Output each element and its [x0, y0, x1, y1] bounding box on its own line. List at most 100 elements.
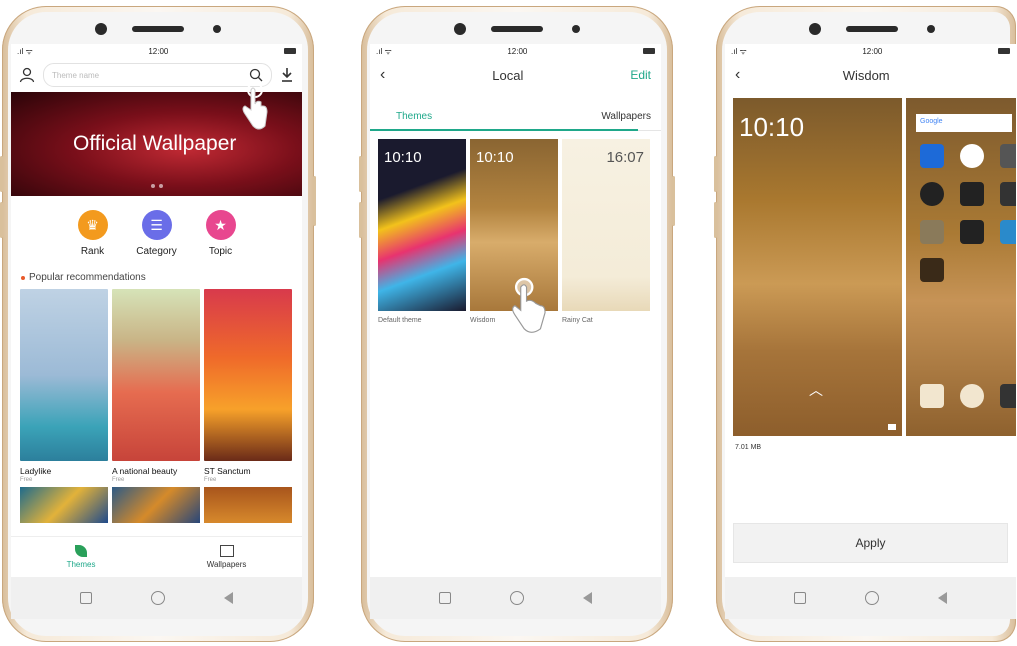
theme-card[interactable]: A national beauty Free — [112, 289, 200, 483]
category-category[interactable]: ☰ Category — [136, 210, 177, 266]
theme-thumbnail — [204, 289, 292, 461]
thumbnail-clock: 10:10 — [384, 149, 422, 166]
home-icon[interactable] — [864, 591, 879, 605]
back-icon[interactable] — [582, 592, 592, 604]
google-label: Google — [920, 118, 943, 125]
battery-icon — [284, 48, 296, 54]
star-icon: ★ — [205, 210, 236, 240]
theme-price: Free — [20, 477, 33, 483]
user-icon[interactable] — [19, 67, 35, 83]
theme-card[interactable]: ST Sanctum Free — [204, 289, 292, 483]
battery-icon — [643, 48, 655, 54]
theme-price: Free — [112, 477, 125, 483]
battery-icon — [998, 48, 1010, 54]
tab-themes[interactable]: Themes — [396, 111, 432, 122]
phone-3: .ıl ᯤ 12:00 ‹ Wisdom 10:10 ︿ Google 7.01… — [714, 6, 1016, 642]
theme-name: Default theme — [378, 317, 422, 324]
thumbnail-clock: 16:07 — [606, 149, 644, 166]
app-icon-grid — [920, 144, 1016, 282]
theme-name: ST Sanctum — [204, 466, 251, 476]
home-icon[interactable] — [150, 591, 165, 605]
system-nav-bar — [725, 577, 1016, 619]
recents-icon[interactable] — [439, 592, 452, 604]
theme-thumbnail[interactable] — [20, 487, 108, 523]
theme-grid-row-2 — [11, 483, 302, 523]
tab-underline — [370, 129, 638, 131]
theme-card-rainy-cat[interactable]: 16:07 Rainy Cat — [562, 139, 650, 324]
app-icon — [1000, 384, 1016, 408]
search-placeholder: Theme name — [52, 70, 100, 80]
theme-thumbnail — [112, 289, 200, 461]
recents-icon[interactable] — [794, 592, 807, 604]
signal-icon: .ıl ᯤ — [17, 46, 33, 56]
calendar-icon — [920, 144, 944, 168]
phone-1: .ıl ᯤ 12:00 Theme name Official Wallpape… — [0, 6, 316, 642]
dock — [920, 384, 1016, 408]
music-icon — [920, 182, 944, 206]
theme-name: Ladylike — [20, 466, 52, 476]
theme-thumbnail[interactable] — [112, 487, 200, 523]
preview-clock: 10:10 — [739, 112, 805, 142]
app-icon — [1000, 220, 1016, 244]
category-topic[interactable]: ★ Topic — [201, 210, 241, 266]
category-row: ♛ Rank ☰ Category ★ Topic — [11, 196, 302, 266]
theme-card[interactable]: Ladylike Free — [20, 289, 108, 483]
category-label: Topic — [208, 246, 233, 257]
recents-icon[interactable] — [80, 592, 93, 604]
category-label: Category — [136, 246, 177, 257]
banner[interactable]: Official Wallpaper — [11, 82, 302, 196]
tools-icon — [920, 220, 944, 244]
pointing-hand-icon — [242, 82, 268, 130]
search-icon[interactable] — [249, 68, 263, 82]
download-icon[interactable] — [280, 67, 294, 83]
banner-text: Official Wallpaper — [73, 132, 237, 155]
apply-button[interactable]: Apply — [733, 523, 1008, 563]
screen-theme-detail: .ıl ᯤ 12:00 ‹ Wisdom 10:10 ︿ Google 7.01… — [725, 44, 1016, 619]
pointing-hand-icon — [512, 277, 546, 333]
crown-icon: ♛ — [77, 210, 108, 240]
clock-app-icon — [960, 144, 984, 168]
phone-2: .ıl ᯤ 12:00 ‹ Local Edit Themes Wallpape… — [359, 6, 675, 642]
theme-thumbnail: 16:07 — [562, 139, 650, 311]
video-icon — [960, 182, 984, 206]
clock: 12:00 — [507, 46, 528, 56]
status-bar: .ıl ᯤ 12:00 — [370, 44, 661, 58]
tab-wallpapers[interactable]: Wallpapers — [601, 111, 651, 122]
google-search-bar: Google — [916, 114, 1012, 132]
thumbnail-clock: 10:10 — [476, 149, 514, 166]
theme-name: A national beauty — [112, 466, 178, 476]
theme-size: 7.01 MB — [735, 444, 762, 451]
tab-label: Wallpapers — [206, 560, 247, 569]
signal-icon: .ıl ᯤ — [376, 46, 392, 56]
theme-card-default[interactable]: 10:10 Default theme — [378, 139, 466, 324]
lockscreen-preview: 10:10 ︿ — [733, 98, 902, 436]
notes-icon — [960, 220, 984, 244]
category-rank[interactable]: ♛ Rank — [73, 210, 113, 266]
category-label: Rank — [80, 246, 105, 257]
preview-strip[interactable]: 10:10 ︿ Google — [725, 92, 1016, 436]
status-bar: .ıl ᯤ 12:00 — [725, 44, 1016, 58]
tab-label: Themes — [66, 560, 96, 569]
edit-button[interactable]: Edit — [630, 68, 651, 82]
tab-themes[interactable]: Themes — [67, 545, 96, 569]
image-icon — [219, 545, 234, 557]
page-title: Wisdom — [842, 67, 890, 83]
app-icon — [1000, 144, 1016, 168]
app-icon — [1000, 182, 1016, 206]
system-nav-bar — [370, 577, 661, 619]
leaf-icon — [75, 545, 88, 557]
camera-icon — [888, 424, 896, 430]
tab-strip: Themes Wallpapers — [370, 102, 661, 131]
back-icon[interactable] — [937, 592, 947, 604]
home-icon[interactable] — [509, 591, 524, 605]
back-icon[interactable] — [223, 592, 233, 604]
list-icon: ☰ — [141, 210, 172, 240]
tab-wallpapers[interactable]: Wallpapers — [206, 545, 247, 569]
theme-thumbnail[interactable] — [204, 487, 292, 523]
folder-icon — [920, 258, 944, 282]
system-nav-bar — [11, 577, 302, 619]
back-arrow-icon[interactable]: ‹ — [380, 66, 385, 84]
banner-dots — [150, 184, 163, 188]
theme-name: Rainy Cat — [562, 317, 593, 324]
section-header: Popular recommendations — [11, 266, 302, 289]
